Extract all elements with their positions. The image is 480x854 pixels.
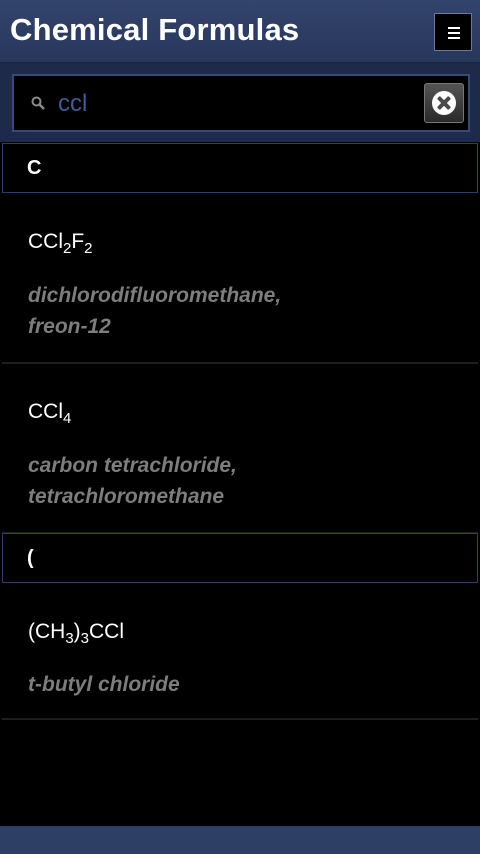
section-header-paren: ( bbox=[2, 533, 478, 583]
menu-icon-bar bbox=[448, 32, 460, 34]
formula: CCl2F2 bbox=[28, 230, 93, 257]
clear-search-button[interactable] bbox=[424, 83, 464, 123]
compound-name: carbon tetrachloride, tetrachloromethane bbox=[28, 454, 237, 508]
list-item[interactable]: (CH3)3CCl t-butyl chloride bbox=[2, 584, 478, 720]
compound-name: dichlorodifluoromethane, freon-12 bbox=[28, 284, 282, 338]
list-item[interactable]: CCl2F2 dichlorodifluoromethane, freon-12 bbox=[2, 194, 478, 364]
formula: (CH3)3CCl bbox=[28, 620, 125, 647]
app-screen: Chemical Formulas C CCl2F2 dichlorodiflu… bbox=[0, 0, 480, 854]
list-item[interactable]: CCl4 carbon tetrachloride, tetrachloromet… bbox=[2, 364, 478, 534]
formula: CCl4 bbox=[28, 400, 72, 427]
section-header-c: C bbox=[2, 143, 478, 193]
search-bar bbox=[0, 64, 480, 142]
search-input[interactable] bbox=[58, 90, 418, 118]
search-box[interactable] bbox=[12, 74, 470, 132]
bottom-bar bbox=[0, 826, 480, 854]
section-letter: ( bbox=[27, 547, 34, 569]
clear-icon bbox=[432, 91, 456, 115]
menu-button[interactable] bbox=[434, 13, 472, 51]
search-icon bbox=[31, 96, 45, 110]
menu-icon bbox=[448, 27, 460, 29]
menu-icon-bar bbox=[448, 37, 460, 39]
action-bar: Chemical Formulas bbox=[0, 0, 480, 64]
section-letter: C bbox=[27, 157, 42, 179]
app-title: Chemical Formulas bbox=[10, 12, 300, 47]
compound-name: t-butyl chloride bbox=[28, 673, 180, 696]
